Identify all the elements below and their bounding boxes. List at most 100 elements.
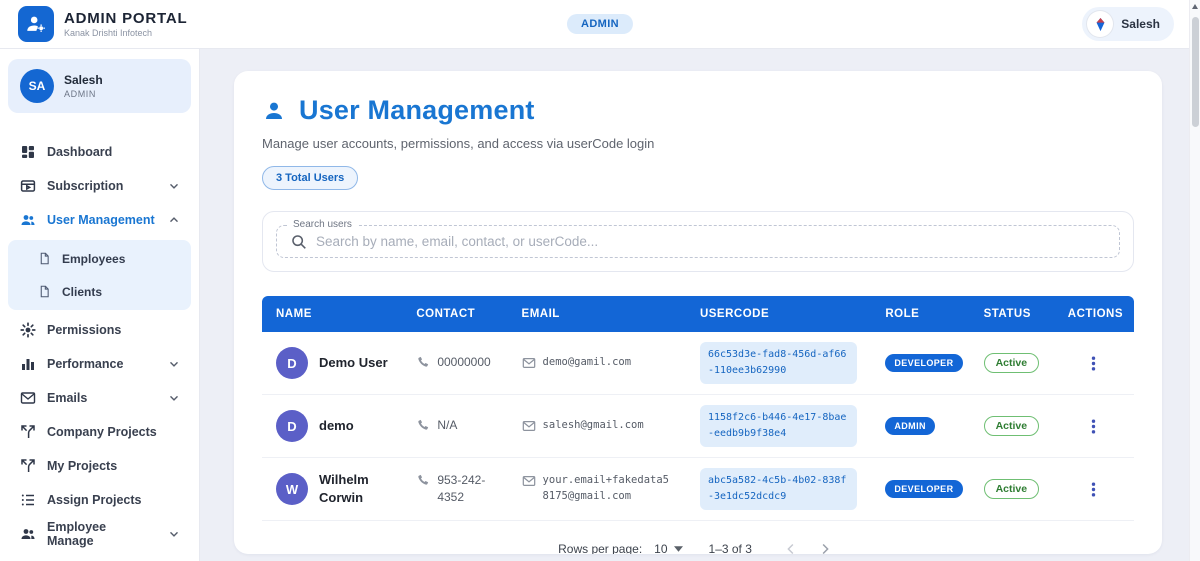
- pagination-arrows: [778, 536, 838, 554]
- profile-avatar: SA: [20, 69, 54, 103]
- status-cell: Active: [970, 458, 1054, 521]
- chevron-left-icon: [782, 540, 800, 554]
- chevron-down-icon: [167, 357, 181, 371]
- bar-chart-icon: [20, 356, 36, 372]
- sidebar-profile-card[interactable]: SA Salesh ADMIN: [8, 59, 191, 113]
- name-cell: DDemo User: [262, 332, 402, 395]
- admin-role-badge: ADMIN: [567, 14, 633, 34]
- page-title-row: User Management: [262, 95, 1134, 126]
- row-actions-button[interactable]: [1080, 412, 1108, 440]
- sidebar-item-user-management[interactable]: User Management: [8, 203, 191, 237]
- sidebar-item-dashboard[interactable]: Dashboard: [8, 135, 191, 169]
- contact-cell: N/A: [402, 395, 507, 458]
- contact-text: N/A: [437, 417, 457, 434]
- sidebar-item-performance[interactable]: Performance: [8, 347, 191, 381]
- split-icon: [20, 458, 36, 474]
- avatar: W: [276, 473, 308, 505]
- scroll-up-arrow-icon[interactable]: [1192, 4, 1198, 9]
- sidebar-item-label: Subscription: [47, 179, 123, 193]
- app-logo[interactable]: [18, 6, 54, 42]
- profile-role: ADMIN: [64, 89, 103, 99]
- phone-icon: [416, 418, 430, 432]
- people-icon: [20, 526, 36, 542]
- chevron-down-icon: [167, 391, 181, 405]
- document-icon: [38, 252, 51, 265]
- sidebar-item-emails[interactable]: Emails: [8, 381, 191, 415]
- role-cell: ADMIN: [871, 395, 969, 458]
- sidebar-item-employees[interactable]: Employees: [8, 242, 191, 275]
- contact-text: 00000000: [437, 354, 490, 371]
- list-icon: [20, 492, 36, 508]
- status-cell: Active: [970, 332, 1054, 395]
- row-actions-button[interactable]: [1080, 349, 1108, 377]
- rows-per-page-label: Rows per page:: [558, 542, 642, 554]
- row-actions-button[interactable]: [1080, 475, 1108, 503]
- column-header-name: NAME: [262, 296, 402, 332]
- previous-page-button[interactable]: [778, 536, 804, 554]
- profile-name: Salesh: [64, 73, 103, 87]
- column-header-email: EMAIL: [508, 296, 686, 332]
- header-user-name: Salesh: [1121, 17, 1160, 31]
- subscription-icon: [20, 178, 36, 194]
- sidebar-item-subscription[interactable]: Subscription: [8, 169, 191, 203]
- user-name-text: Wilhelm Corwin: [319, 471, 388, 506]
- actions-cell: [1054, 458, 1134, 521]
- user-menu-button[interactable]: Salesh: [1082, 7, 1174, 41]
- page-subtitle: Manage user accounts, permissions, and a…: [262, 136, 1134, 151]
- user-management-card: User Management Manage user accounts, pe…: [234, 71, 1162, 554]
- sidebar-item-clients[interactable]: Clients: [8, 275, 191, 308]
- status-badge: Active: [984, 416, 1040, 436]
- sidebar-item-company-projects[interactable]: Company Projects: [8, 415, 191, 449]
- role-cell: DEVELOPER: [871, 332, 969, 395]
- email-cell: salesh@gmail.com: [508, 395, 686, 458]
- search-input[interactable]: [316, 234, 1106, 249]
- brand-block: ADMIN PORTAL Kanak Drishti Infotech: [64, 10, 187, 38]
- sidebar-item-employee-manage[interactable]: Employee Manage: [8, 517, 191, 551]
- page-scrollbar[interactable]: [1189, 0, 1200, 561]
- user-management-icon: [20, 212, 36, 228]
- pagination: Rows per page: 10 1–3 of 3: [262, 521, 1134, 554]
- usercode-cell: 1158f2c6-b446-4e17-8bae-eedb9b9f38e4: [686, 395, 871, 458]
- sidebar-item-label: Clients: [62, 285, 102, 299]
- status-badge: Active: [984, 353, 1040, 373]
- sidebar-item-label: Employees: [62, 252, 125, 266]
- app-title: ADMIN PORTAL: [64, 10, 187, 27]
- avatar: D: [276, 410, 308, 442]
- more-vert-icon: [1085, 355, 1102, 372]
- avatar: D: [276, 347, 308, 379]
- role-badge: DEVELOPER: [885, 354, 962, 372]
- sidebar-item-label: Assign Projects: [47, 493, 141, 507]
- actions-cell: [1054, 395, 1134, 458]
- table-header-row: NAME CONTACT EMAIL USERCODE ROLE STATUS …: [262, 296, 1134, 332]
- caret-down-icon: [674, 546, 683, 552]
- chevron-right-icon: [816, 540, 834, 554]
- sidebar: SA Salesh ADMIN Dashboard Subscription U…: [0, 49, 200, 561]
- actions-cell: [1054, 332, 1134, 395]
- mail-icon: [522, 419, 536, 433]
- email-text: salesh@gmail.com: [543, 418, 644, 434]
- phone-icon: [416, 473, 430, 487]
- sidebar-item-my-projects[interactable]: My Projects: [8, 449, 191, 483]
- sidebar-item-label: Employee Manage: [47, 520, 156, 548]
- next-page-button[interactable]: [812, 536, 838, 554]
- rows-per-page: Rows per page: 10: [558, 542, 682, 554]
- rows-per-page-value: 10: [654, 542, 667, 554]
- dashboard-icon: [20, 144, 36, 160]
- user-management-submenu: Employees Clients: [8, 240, 191, 310]
- app-subtitle: Kanak Drishti Infotech: [64, 28, 187, 38]
- top-header: ADMIN PORTAL Kanak Drishti Infotech ADMI…: [0, 0, 1200, 49]
- users-table: NAME CONTACT EMAIL USERCODE ROLE STATUS …: [262, 296, 1134, 521]
- sidebar-nav: Dashboard Subscription User Management E…: [8, 135, 191, 561]
- name-cell: Ddemo: [262, 395, 402, 458]
- scrollbar-thumb[interactable]: [1192, 17, 1199, 127]
- sidebar-item-assign-projects[interactable]: Assign Projects: [8, 483, 191, 517]
- sidebar-item-permissions[interactable]: Permissions: [8, 313, 191, 347]
- usercode-cell: 66c53d3e-fad8-456d-af66-110ee3b62990: [686, 332, 871, 395]
- rows-per-page-select[interactable]: 10: [654, 542, 682, 554]
- usercode-chip: 1158f2c6-b446-4e17-8bae-eedb9b9f38e4: [700, 405, 857, 447]
- sidebar-item-partial[interactable]: [8, 551, 191, 561]
- usercode-cell: abc5a582-4c5b-4b02-838f-3e1dc52dcdc9: [686, 458, 871, 521]
- contact-cell: 953-242-4352: [402, 458, 507, 521]
- manage-accounts-icon: [25, 13, 47, 35]
- sidebar-item-label: My Projects: [47, 459, 117, 473]
